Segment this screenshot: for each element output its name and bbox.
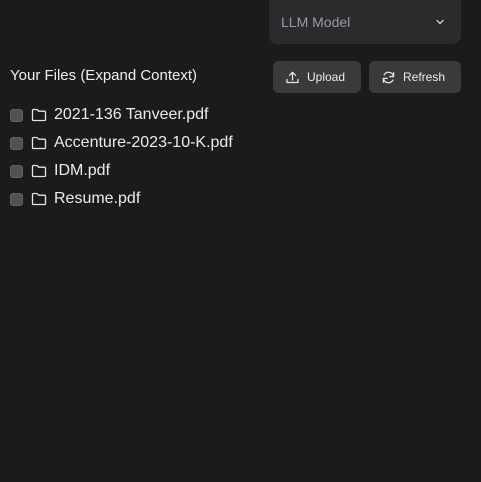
folder-icon: [31, 107, 47, 123]
upload-button-label: Upload: [307, 70, 346, 84]
refresh-icon: [381, 70, 396, 85]
file-checkbox[interactable]: [10, 108, 23, 122]
folder-icon: [31, 135, 47, 151]
file-checkbox[interactable]: [10, 164, 23, 178]
file-checkbox[interactable]: [10, 136, 23, 150]
file-row: Resume.pdf: [10, 185, 233, 213]
file-row: Accenture-2023-10-K.pdf: [10, 129, 233, 157]
files-panel: LLM Model Your Files (Expand Context) Up…: [0, 0, 481, 482]
file-name[interactable]: IDM.pdf: [54, 162, 110, 180]
upload-button[interactable]: Upload: [273, 61, 361, 93]
files-section-title: Your Files (Expand Context): [10, 67, 198, 84]
file-row: 2021-136 Tanveer.pdf: [10, 101, 233, 129]
file-row: IDM.pdf: [10, 157, 233, 185]
file-name[interactable]: Resume.pdf: [54, 190, 140, 208]
folder-icon: [31, 163, 47, 179]
file-name[interactable]: 2021-136 Tanveer.pdf: [54, 106, 209, 124]
file-list: 2021-136 Tanveer.pdf Accenture-2023-10-K…: [10, 101, 233, 213]
llm-model-select[interactable]: LLM Model: [269, 0, 461, 44]
llm-model-select-label: LLM Model: [281, 14, 351, 30]
refresh-button-label: Refresh: [403, 70, 446, 84]
chevron-down-icon: [433, 15, 447, 29]
refresh-button[interactable]: Refresh: [369, 61, 461, 93]
folder-icon: [31, 191, 47, 207]
file-checkbox[interactable]: [10, 192, 23, 206]
upload-icon: [285, 70, 300, 85]
file-name[interactable]: Accenture-2023-10-K.pdf: [54, 134, 233, 152]
